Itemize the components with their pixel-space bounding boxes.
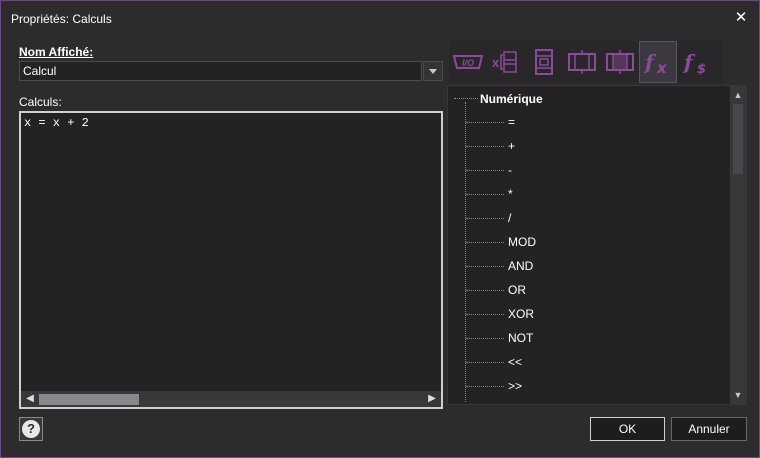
tree-item-label: =: [508, 115, 516, 129]
tree-item-connector: [466, 385, 504, 387]
tree-item[interactable]: =: [466, 114, 515, 130]
tree-item[interactable]: >>: [466, 378, 522, 394]
tree-item-connector: [466, 313, 504, 315]
tree-vertical-scrollbar[interactable]: ▲ ▼: [730, 86, 746, 404]
tree-item-label: <<: [508, 355, 523, 369]
tree-item-connector: [466, 145, 504, 147]
ok-button[interactable]: OK: [590, 417, 665, 441]
tree-item-label: -: [508, 163, 512, 177]
tree-item[interactable]: +: [466, 138, 515, 154]
io-tool-button[interactable]: I/O: [449, 41, 487, 83]
stacked-block-tool-button[interactable]: [525, 41, 563, 83]
tree-item[interactable]: XOR: [466, 306, 534, 322]
editor-horizontal-scrollbar[interactable]: ◀ ▶: [21, 391, 441, 407]
tree-item[interactable]: OR: [466, 282, 526, 298]
operator-tree: Numérique = + - * / MOD AND OR XOR NOT << >> ▲ ▼: [447, 85, 747, 405]
x-block-icon: x: [492, 51, 517, 73]
tree-item-connector: [466, 265, 504, 267]
io-icon: I/O: [452, 55, 484, 69]
display-name-input[interactable]: [19, 61, 422, 81]
tree-item-connector: [466, 337, 504, 339]
tree-root-numeric[interactable]: Numérique: [480, 92, 543, 106]
calculations-editor[interactable]: x = x + 2 ◀ ▶: [19, 111, 443, 409]
help-button[interactable]: ?: [19, 417, 43, 441]
properties-dialog: Propriétés: Calculs ✕ Nom Affiché: Calcu…: [0, 0, 760, 458]
window-title: Propriétés: Calculs: [11, 12, 112, 26]
svg-text:x: x: [656, 59, 668, 76]
tree-item[interactable]: NOT: [466, 330, 533, 346]
tree-item-label: +: [508, 139, 516, 153]
stacked-block-icon: [535, 49, 553, 75]
editor-scroll-thumb[interactable]: [39, 394, 139, 405]
tree-item-label: OR: [508, 283, 526, 297]
tree-item-label: MOD: [508, 235, 536, 249]
tree-item[interactable]: -: [466, 162, 512, 178]
scroll-down-arrow-icon[interactable]: ▼: [732, 389, 744, 401]
scroll-left-arrow-icon[interactable]: ◀: [24, 393, 36, 405]
function-tool-button[interactable]: f x: [639, 41, 677, 83]
block-toolbar: I/O x f x f $: [449, 41, 723, 83]
x-block-tool-button[interactable]: x: [487, 41, 525, 83]
tree-item-connector: [466, 361, 504, 363]
scroll-up-arrow-icon[interactable]: ▲: [732, 89, 744, 101]
horizontal-block-icon: [568, 50, 596, 74]
cancel-button[interactable]: Annuler: [671, 417, 747, 441]
cross-block-tool-button[interactable]: [601, 41, 639, 83]
calculations-code[interactable]: x = x + 2: [24, 116, 89, 130]
scroll-right-arrow-icon[interactable]: ▶: [426, 393, 438, 405]
tree-item-connector: [466, 121, 504, 123]
tree-item-connector: [466, 289, 504, 291]
help-question-icon: ?: [22, 420, 40, 438]
svg-text:f: f: [643, 50, 657, 74]
tree-item-label: >>: [508, 379, 523, 393]
horizontal-block-tool-button[interactable]: [563, 41, 601, 83]
tree-item-label: AND: [508, 259, 534, 273]
close-button[interactable]: ✕: [733, 10, 749, 26]
tree-item[interactable]: <<: [466, 354, 522, 370]
tree-item-label: XOR: [508, 307, 535, 321]
tree-item[interactable]: AND: [466, 258, 533, 274]
tree-scroll-thumb[interactable]: [733, 104, 743, 174]
tree-item[interactable]: *: [466, 186, 513, 202]
function-fx-icon: f x: [643, 50, 668, 76]
tree-item-connector: [466, 217, 504, 219]
function-currency-icon: f $: [682, 50, 706, 76]
tree-root-connector: [454, 98, 478, 99]
combobox-dropdown-button[interactable]: [423, 61, 443, 81]
tree-item-label: /: [508, 211, 512, 225]
display-name-combobox[interactable]: [19, 61, 443, 81]
cross-block-icon: [606, 50, 634, 74]
svg-text:I/O: I/O: [462, 58, 474, 68]
calculations-label: Calculs:: [19, 95, 62, 109]
chevron-down-icon: [429, 68, 437, 74]
title-bar: Propriétés: Calculs ✕: [1, 1, 759, 35]
tree-item-label: NOT: [508, 331, 534, 345]
tree-item-connector: [466, 193, 504, 195]
tree-item[interactable]: /: [466, 210, 511, 226]
tree-item-connector: [466, 169, 504, 171]
tree-item-connector: [466, 241, 504, 243]
tree-item-label: *: [508, 187, 513, 201]
svg-text:x: x: [492, 55, 500, 70]
currency-function-tool-button[interactable]: f $: [677, 41, 715, 83]
display-name-label: Nom Affiché:: [19, 45, 94, 59]
svg-text:$: $: [697, 62, 706, 76]
tree-item[interactable]: MOD: [466, 234, 536, 250]
svg-text:f: f: [682, 50, 696, 74]
